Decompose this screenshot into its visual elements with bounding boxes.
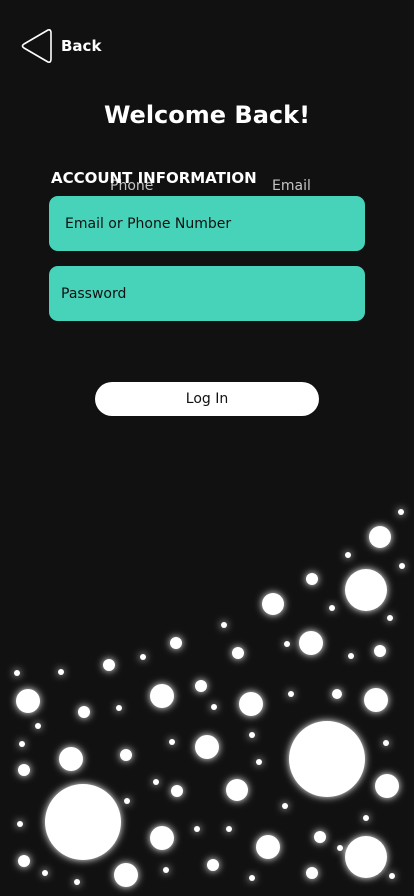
bubble-dot [345,836,387,878]
bubble-dot [337,845,343,851]
bubble-dot [114,863,138,887]
bubble-dot [256,835,280,859]
bubble-dot [387,615,393,621]
bubble-dot [140,654,146,660]
bubble-dot [232,647,244,659]
bubble-dot [369,526,391,548]
bubble-dot [211,704,217,710]
bubble-dot [169,739,175,745]
bubble-dot [226,779,248,801]
bubble-dot [256,759,262,765]
bubble-decoration [14,509,405,887]
bubble-dot [195,735,219,759]
bubble-dot [239,692,263,716]
bubble-dot [345,552,351,558]
bubble-dot [124,798,130,804]
bubble-dot [18,764,30,776]
bubble-dot [348,653,354,659]
bubble-dot [329,605,335,611]
bubble-dot [19,741,25,747]
bubble-dot [116,705,122,711]
bubble-dot [398,509,404,515]
bubble-dot [195,680,207,692]
bubble-dot [207,859,219,871]
bubble-dot [262,593,284,615]
bubble-dot [35,723,41,729]
bubble-dot [249,875,255,881]
bubble-dot [59,747,83,771]
bubble-dot [226,826,232,832]
bubble-dot [314,831,326,843]
bubble-dot [306,867,318,879]
bubble-dot [171,785,183,797]
bubble-dot [18,855,30,867]
bubble-dot [194,826,200,832]
bubble-dot [221,622,227,628]
bubble-dot [363,815,369,821]
bubble-dot [42,870,48,876]
bubble-dot [78,706,90,718]
bubble-dot [153,779,159,785]
bubble-dot [364,688,388,712]
bubble-dot [288,691,294,697]
bubble-dot [284,641,290,647]
bubble-dot [74,879,80,885]
bubble-dot [150,684,174,708]
bubble-dot [17,821,23,827]
bubble-dot [374,645,386,657]
bubble-dot [45,784,121,860]
bubble-dot [389,873,395,879]
bubble-dot [299,631,323,655]
bubble-dot [58,669,64,675]
bubble-dot [103,659,115,671]
bubble-dot [383,740,389,746]
bubble-dot [375,774,399,798]
bubble-dot [289,721,365,797]
bubble-dot [120,749,132,761]
bubble-dot [170,637,182,649]
bubble-dot [282,803,288,809]
bubble-dot [150,826,174,850]
bubble-dot [16,689,40,713]
bubble-dot [399,563,405,569]
bubble-dot [163,867,169,873]
bubble-dot [14,670,20,676]
bubble-dot [306,573,318,585]
bubble-dot [249,732,255,738]
bubble-dot [345,569,387,611]
bubble-dot [332,689,342,699]
